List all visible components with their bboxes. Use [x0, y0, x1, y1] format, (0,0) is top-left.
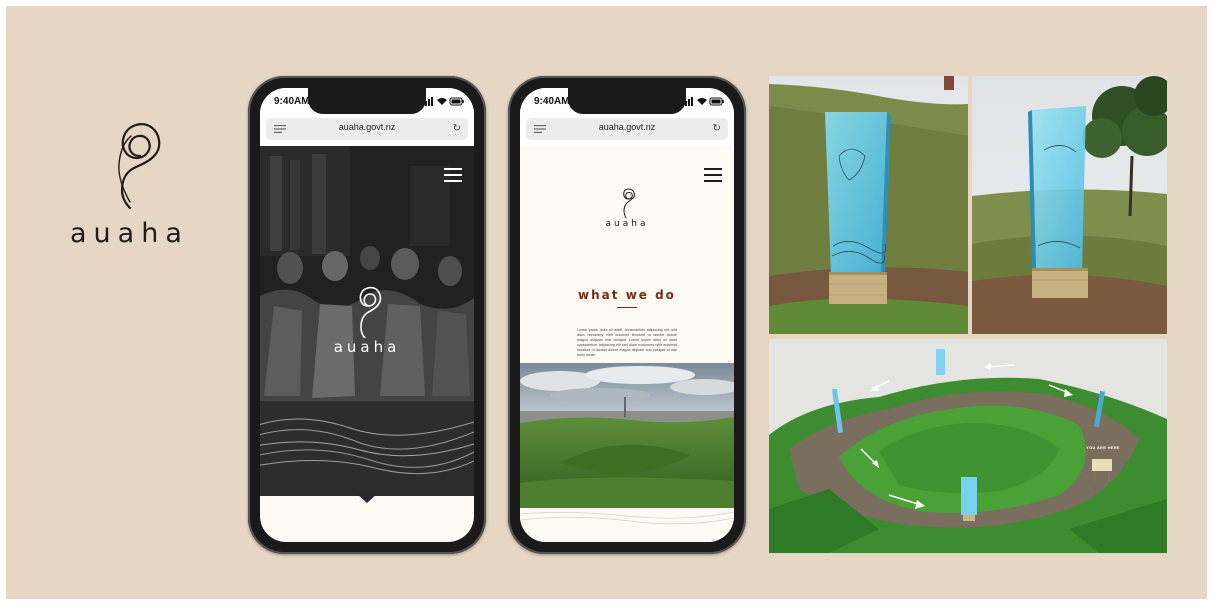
glass-pou-photo-front — [769, 76, 968, 334]
status-time: 9:40AM — [534, 96, 570, 107]
scroll-down-indicator[interactable] — [357, 494, 377, 503]
section-body-text: Lorem ipsum dolor sit amet, consectetuer… — [577, 328, 677, 357]
status-time: 9:40AM — [274, 96, 310, 107]
phone-notch — [568, 88, 686, 114]
reload-icon[interactable]: ↻ — [713, 123, 721, 134]
footer-wave-pattern — [520, 508, 734, 542]
koru-swirl-icon — [359, 286, 382, 338]
url-text: auaha.govt.nz — [338, 122, 396, 132]
hero-wordmark: auaha — [333, 338, 401, 356]
url-text: auaha.govt.nz — [598, 122, 656, 132]
address-field[interactable]: auaha.govt.nz ↻ — [526, 118, 728, 140]
browser-url-bar: auaha.govt.nz ↻ — [260, 114, 474, 146]
presentation-board: auaha 9:40AM auaha.govt.nz ↻ auaha 9:40A… — [6, 6, 1207, 599]
status-icons — [422, 97, 464, 106]
address-field[interactable]: auaha.govt.nz ↻ — [266, 118, 468, 140]
heading-rule — [617, 307, 637, 308]
browser-url-bar: auaha.govt.nz ↻ — [520, 114, 734, 146]
phone-screen: 9:40AM auaha.govt.nz ↻ — [520, 88, 734, 542]
glass-pou-photo-side — [972, 76, 1167, 334]
brand-wordmark: auaha — [70, 218, 189, 249]
menu-icon[interactable] — [444, 168, 462, 186]
page-wordmark: auaha — [605, 219, 649, 229]
phone-mockup-home: 9:40AM auaha.govt.nz ↻ auaha — [248, 76, 486, 554]
sign-label: YOU ARE HERE — [1086, 445, 1120, 450]
koru-swirl-icon — [118, 123, 161, 210]
reload-icon[interactable]: ↻ — [453, 123, 461, 134]
phone-screen: 9:40AM auaha.govt.nz ↻ — [260, 88, 474, 542]
phone-notch — [308, 88, 426, 114]
menu-icon[interactable] — [704, 168, 722, 186]
phone-mockup-what-we-do: 9:40AM auaha.govt.nz ↻ auaha what we do … — [508, 76, 746, 554]
section-heading: what we do — [578, 288, 676, 302]
hero-image: auaha — [260, 146, 474, 496]
site-3d-model: YOU ARE HERE — [769, 339, 1167, 553]
status-icons — [682, 97, 724, 106]
koru-swirl-icon — [623, 188, 635, 219]
maungawhau-landscape-photo — [520, 363, 734, 508]
brand-lockup: auaha — [70, 118, 200, 258]
